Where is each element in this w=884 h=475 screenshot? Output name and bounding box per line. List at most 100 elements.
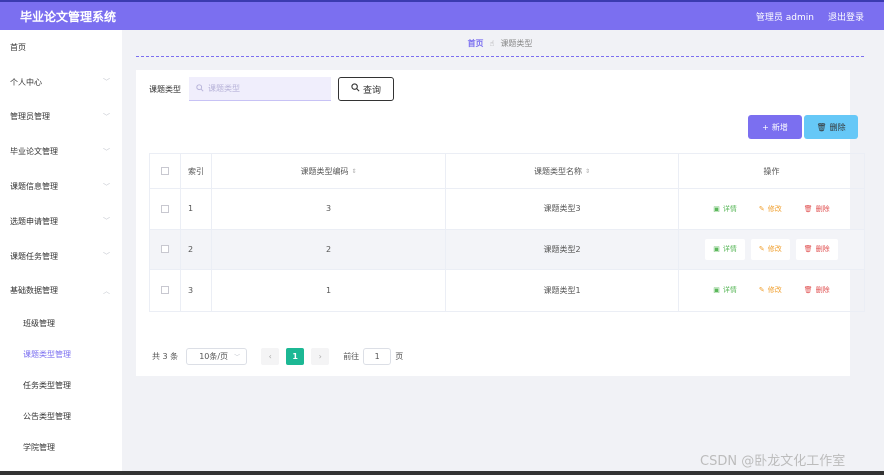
delete-button[interactable]: 🗑︎ 删除: [796, 280, 838, 301]
chevron-up-icon: ︿: [103, 286, 110, 295]
row-select-cell: [150, 270, 181, 311]
detail-label: 详情: [722, 245, 737, 254]
sidebar-item-admin[interactable]: 管理员管理 ﹀: [0, 100, 122, 135]
trash-icon: 🗑︎: [803, 245, 813, 254]
document-icon: ▣: [713, 286, 720, 295]
document-icon: ▣: [713, 245, 720, 254]
row-checkbox[interactable]: [161, 286, 169, 295]
cell-name: 课题类型3: [446, 189, 679, 229]
delete-label: 删除: [815, 286, 830, 295]
cell-name: 课题类型1: [446, 270, 679, 311]
search-label: 课题类型: [149, 84, 181, 94]
breadcrumb-home[interactable]: 首页: [468, 38, 484, 49]
query-button-label: 查询: [362, 85, 381, 96]
header-code-label: 课题类型编码: [300, 166, 349, 176]
detail-button[interactable]: ▣ 详情: [705, 238, 745, 260]
page-number-current[interactable]: 1: [286, 348, 305, 365]
page-size-select[interactable]: 10条/页 ﹀: [186, 348, 248, 365]
edit-label: 修改: [767, 204, 782, 213]
row-select-cell: [150, 229, 181, 269]
edit-button[interactable]: ✎ 修改: [750, 238, 790, 260]
search-input[interactable]: 课题类型: [189, 77, 331, 101]
app-title: 毕业论文管理系统: [20, 9, 117, 24]
select-all-cell: [150, 154, 181, 188]
batch-delete-button[interactable]: 🗑︎ 删除: [804, 115, 858, 139]
row-checkbox[interactable]: [161, 245, 169, 254]
chevron-down-icon: ﹀: [234, 354, 241, 361]
trash-icon: 🗑︎: [803, 286, 813, 295]
breadcrumb: 首页 ☝ 课题类型: [136, 30, 864, 57]
edit-label: 修改: [767, 286, 782, 295]
sidebar-item-label: 毕业论文管理: [10, 147, 58, 157]
goto-label: 前往: [343, 352, 360, 361]
goto-page-input[interactable]: 1: [363, 348, 392, 365]
detail-button[interactable]: ▣ 详情: [705, 280, 745, 301]
sidebar-subitem-notice-type[interactable]: 公告类型管理: [0, 401, 122, 432]
sidebar-subitem-topic-type[interactable]: 课题类型管理: [0, 339, 122, 370]
header-name-label: 课题类型名称: [533, 166, 582, 176]
sidebar-item-label: 个人中心: [10, 77, 42, 87]
sidebar-item-topic-apply[interactable]: 选题申请管理 ﹀: [0, 204, 122, 239]
select-all-checkbox[interactable]: [161, 167, 169, 175]
edit-button[interactable]: ✎ 修改: [751, 280, 790, 301]
main-content: 首页 ☝ 课题类型 课题类型 课题类型 查询 + 新增 🗑︎ 删除 索引 课题类…: [122, 30, 884, 475]
header-code[interactable]: 课题类型编码 ⇕: [212, 154, 446, 188]
sidebar: 首页 个人中心 ﹀ 管理员管理 ﹀ 毕业论文管理 ﹀ 课题信息管理 ﹀ 选题申请管理 ﹀ …: [0, 30, 122, 475]
sidebar-item-profile[interactable]: 个人中心 ﹀: [0, 65, 122, 100]
row-checkbox[interactable]: [161, 204, 169, 213]
sidebar-item-thesis[interactable]: 毕业论文管理 ﹀: [0, 134, 122, 169]
sort-icon[interactable]: ⇕: [585, 168, 590, 175]
cell-code: 1: [212, 270, 446, 311]
hand-icon: ☝: [489, 38, 495, 48]
edit-button[interactable]: ✎ 修改: [751, 198, 790, 219]
cell-index: 3: [181, 270, 212, 311]
sidebar-subitem-task-type[interactable]: 任务类型管理: [0, 370, 122, 401]
header-name[interactable]: 课题类型名称 ⇕: [446, 154, 679, 188]
sidebar-item-home[interactable]: 首页: [0, 30, 122, 65]
breadcrumb-current: 课题类型: [500, 38, 533, 48]
add-button[interactable]: + 新增: [748, 115, 802, 139]
sidebar-subitem-college[interactable]: 学院管理: [0, 432, 122, 463]
query-button[interactable]: 查询: [338, 77, 394, 101]
delete-button[interactable]: 🗑︎ 删除: [795, 238, 838, 260]
chevron-down-icon: ﹀: [103, 78, 110, 87]
bottom-edge: [0, 471, 884, 475]
trash-icon: 🗑︎: [803, 204, 813, 213]
cell-name: 课题类型2: [446, 229, 679, 269]
pagination-total: 共 3 条: [152, 352, 179, 361]
search-bar: 课题类型 课题类型 查询: [149, 77, 394, 101]
row-select-cell: [150, 189, 181, 229]
logout-link[interactable]: 退出登录: [828, 10, 864, 23]
sidebar-item-base-data[interactable]: 基础数据管理 ︿: [0, 274, 122, 309]
cell-code: 2: [212, 229, 446, 269]
chevron-down-icon: ﹀: [103, 252, 110, 261]
delete-button[interactable]: 🗑︎ 删除: [796, 198, 838, 219]
prev-page-button[interactable]: ‹: [261, 348, 280, 365]
chevron-left-icon: ‹: [268, 352, 272, 361]
cell-ops: ▣ 详情 ✎ 修改 🗑︎ 删除: [679, 270, 864, 311]
chevron-down-icon: ﹀: [103, 112, 110, 121]
sidebar-item-label: 基础数据管理: [10, 286, 58, 296]
sort-icon[interactable]: ⇕: [351, 168, 356, 175]
detail-label: 详情: [722, 286, 737, 295]
sidebar-item-topic-info[interactable]: 课题信息管理 ﹀: [0, 169, 122, 204]
pencil-icon: ✎: [758, 204, 765, 213]
watermark: CSDN @卧龙文化工作室: [700, 454, 846, 469]
delete-label: 删除: [815, 204, 830, 213]
sidebar-item-label: 课题任务管理: [10, 251, 58, 261]
chevron-down-icon: ﹀: [103, 182, 110, 191]
page-size-value: 10条/页: [199, 352, 229, 361]
page-unit-label: 页: [395, 352, 404, 361]
table-row: 1 3 课题类型3 ▣ 详情 ✎ 修改 🗑︎ 删除: [150, 189, 864, 230]
detail-button[interactable]: ▣ 详情: [705, 198, 745, 219]
sidebar-item-topic-task[interactable]: 课题任务管理 ﹀: [0, 239, 122, 274]
sidebar-item-label: 首页: [10, 42, 26, 52]
search-icon: [196, 83, 204, 94]
chevron-right-icon: ›: [318, 352, 322, 361]
delete-label: 删除: [815, 245, 830, 254]
sidebar-item-label: 选题申请管理: [10, 216, 58, 226]
next-page-button[interactable]: ›: [311, 348, 330, 365]
user-menu[interactable]: 管理员 admin: [756, 10, 814, 23]
sidebar-subitem-class[interactable]: 班级管理: [0, 308, 122, 339]
sidebar-item-label: 管理员管理: [10, 112, 50, 122]
